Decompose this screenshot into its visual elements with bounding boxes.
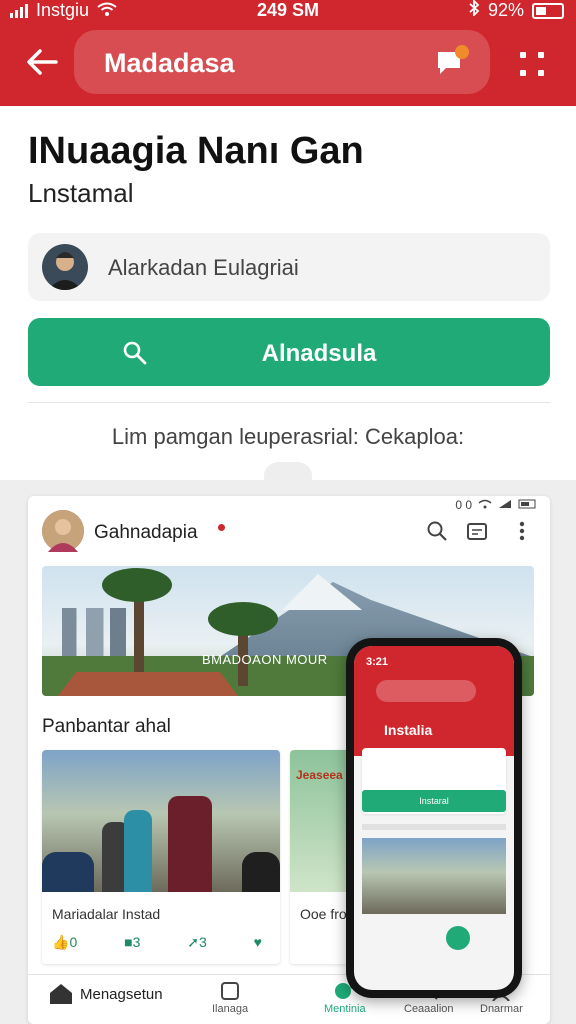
search-icon[interactable] [426,520,448,547]
share-count: 3 [198,934,207,950]
section-title: Panbantar ahal [42,716,171,737]
post-title: Mariadalar Instad [52,906,161,922]
avatar[interactable] [42,510,84,552]
primary-action-button[interactable]: Alnadsula [28,318,550,386]
avatar [42,244,88,290]
bluetooth-icon [468,0,480,21]
page-title: INuaagia Nanı Gan [28,130,364,172]
phone-screen: 3:21 Instalia Instaral [354,646,514,990]
nav-label: Mentinia [324,1003,366,1015]
phone-search-bar [376,680,476,702]
post-card[interactable]: Mariadalar Instad 👍0 ■3 ➚3 ♥ [42,750,280,964]
phone-fab [446,926,470,950]
status-bar: Instgiu 249 SM 92% [0,0,576,22]
nav-item-home[interactable]: Menagsetun [48,983,163,1007]
preview-notch [264,462,312,484]
photo-person [168,796,212,892]
chat-bubble-icon[interactable] [434,44,470,83]
notification-dot [218,524,225,531]
primary-button-label: Alnadsula [261,340,377,367]
battery-icon [532,2,564,19]
heart-icon[interactable]: ♥ [254,934,262,951]
grid-dots-icon[interactable] [512,44,556,84]
banner-roof [58,672,238,696]
photo-motorbike [42,852,94,892]
post-actions: 👍0 ■3 ➚3 ♥ [52,934,262,951]
phone-time: 3:21 [366,656,389,668]
top-bar: Instgiu 249 SM 92% Madadasa [0,0,576,106]
banner-palm-leaves [102,568,172,602]
account-row[interactable]: Alarkadan Eulagriai [28,233,550,301]
nav-label: Menagsetun [80,985,163,1003]
banner-label: BMADOAON MOUR [202,652,328,667]
phone-post-photo [362,838,506,914]
battery-percent: 92% [487,0,524,20]
banner-palm-leaves [208,602,278,636]
nav-label: Ceaaalion [404,1003,454,1015]
divider [28,402,550,403]
post-tag: Jeaseea [296,768,343,782]
photo-motorbike [242,852,280,892]
phone-divider [362,824,506,830]
search-bar[interactable]: Madadasa [74,30,490,94]
photo-person [124,810,152,892]
section-caption: Lim pamgan leuperasrial: Cekaploa: [111,424,465,449]
back-button[interactable] [22,42,62,82]
tablet-icon [221,982,240,1000]
search-input[interactable]: Madadasa [104,48,235,79]
calendar-icon[interactable] [466,520,488,547]
phone-mockup: 3:21 Instalia Instaral [346,638,522,998]
post-photo [42,750,280,892]
comment-button[interactable]: ■3 [124,934,140,951]
arrow-left-icon [27,49,58,75]
nav-label: Dnarmar [480,1003,523,1015]
status-right: 92% [468,0,564,21]
kebab-menu-icon[interactable] [518,520,526,547]
phone-button: Instaral [362,790,506,812]
home-icon [50,984,72,1004]
nav-label: Ilanaga [212,1003,249,1015]
phone-title: Instalia [384,722,433,738]
feed-account-name: Gahnadapia [94,522,198,543]
comment-count: 3 [132,934,141,950]
page-subtitle: Lnstamal [28,178,134,208]
account-name: Alarkadan Eulagriai [108,255,299,280]
share-button[interactable]: ➚3 [187,934,207,951]
like-count: 0 [69,934,78,950]
nav-item-second[interactable]: Ilanaga [212,981,248,1015]
like-button[interactable]: 👍0 [52,934,77,951]
feed-header: Gahnadapia [42,510,536,556]
